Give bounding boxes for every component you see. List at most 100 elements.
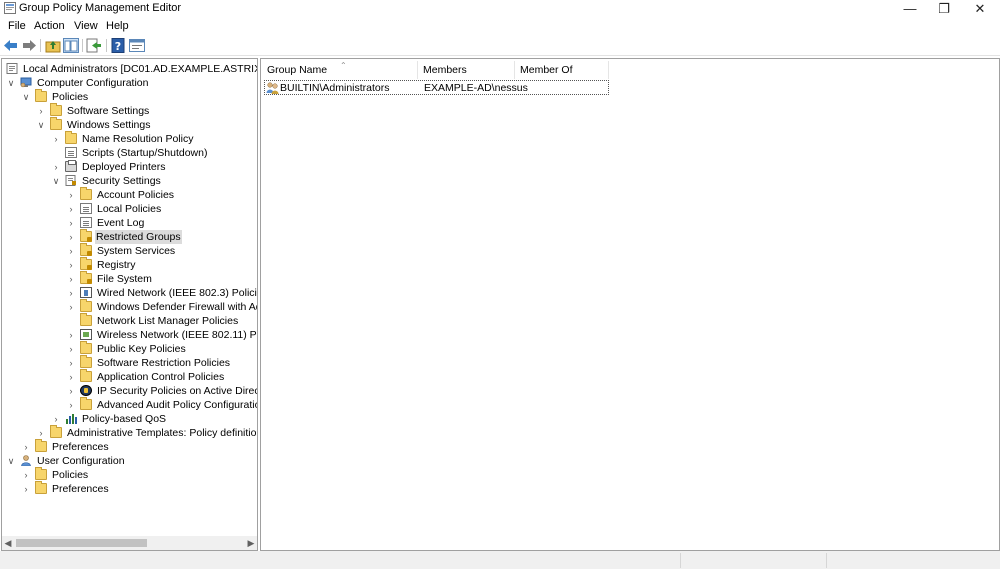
local-policies-icon: [80, 203, 92, 214]
tree-label: Scripts (Startup/Shutdown): [82, 147, 208, 159]
chevron-down-icon[interactable]: ∨: [6, 455, 16, 467]
table-row[interactable]: BUILTIN\Administrators EXAMPLE-AD\nessus: [264, 80, 609, 95]
tree-label: Application Control Policies: [97, 371, 225, 383]
chevron-right-icon[interactable]: ›: [21, 441, 31, 453]
window-title: Group Policy Management Editor: [19, 2, 182, 14]
chevron-down-icon[interactable]: ∨: [36, 119, 46, 131]
tree-label: Policies: [52, 469, 89, 481]
tree-label: Public Key Policies: [97, 343, 186, 355]
tree-label: Security Settings: [82, 175, 161, 187]
tree-label: Software Restriction Policies: [97, 357, 231, 369]
chevron-down-icon[interactable]: ∨: [51, 175, 61, 187]
computer-icon: [20, 77, 32, 88]
scroll-right-icon[interactable]: ▶: [245, 536, 257, 550]
tree-label: Deployed Printers: [82, 161, 166, 173]
tree-label: Windows Defender Firewall with Advan: [97, 301, 257, 313]
chevron-right-icon[interactable]: ›: [66, 385, 76, 397]
chevron-right-icon[interactable]: ›: [21, 483, 31, 495]
column-label: Member Of: [520, 64, 573, 76]
printer-icon: [65, 160, 77, 172]
help-icon[interactable]: ?: [111, 38, 127, 53]
chevron-right-icon[interactable]: ›: [66, 357, 76, 369]
export-list-icon[interactable]: [86, 38, 102, 53]
cell-members: EXAMPLE-AD\nessus: [424, 82, 528, 94]
chevron-right-icon[interactable]: ›: [36, 105, 46, 117]
cell-group-name: BUILTIN\Administrators: [280, 82, 390, 94]
details-list[interactable]: Group Name ⌃ Members Member Of BUILTIN\A…: [260, 58, 1000, 551]
chevron-right-icon[interactable]: ›: [66, 231, 76, 243]
sort-up-icon: ⌃: [340, 61, 347, 70]
tree-label: Network List Manager Policies: [97, 315, 239, 327]
chevron-right-icon[interactable]: ›: [66, 343, 76, 355]
user-group-icon: [266, 82, 279, 94]
chevron-right-icon[interactable]: ›: [66, 189, 76, 201]
column-label: Members: [423, 64, 467, 76]
folder-icon: [80, 187, 92, 200]
chevron-right-icon[interactable]: ›: [66, 245, 76, 257]
tree-label: User Configuration: [37, 455, 125, 467]
tree-label: Preferences: [52, 483, 109, 495]
chevron-right-icon[interactable]: ›: [66, 371, 76, 383]
show-hide-tree-icon[interactable]: [63, 38, 79, 53]
minimize-button[interactable]: —: [893, 0, 927, 18]
up-folder-icon[interactable]: [45, 38, 61, 53]
close-button[interactable]: ✕: [963, 0, 997, 18]
chevron-right-icon[interactable]: ›: [66, 203, 76, 215]
scroll-left-icon[interactable]: ◀: [2, 536, 14, 550]
chevron-right-icon[interactable]: ›: [21, 469, 31, 481]
svg-text:?: ?: [115, 40, 121, 53]
tree-label: Software Settings: [67, 105, 150, 117]
folder-icon: [35, 467, 47, 480]
menu-file[interactable]: File: [8, 20, 26, 32]
chevron-right-icon[interactable]: ›: [66, 399, 76, 411]
chevron-right-icon[interactable]: ›: [66, 217, 76, 229]
folder-icon: [65, 131, 77, 144]
tree-label: IP Security Policies on Active Directory…: [97, 385, 257, 397]
chevron-right-icon[interactable]: ›: [66, 301, 76, 313]
folder-icon: [80, 313, 92, 326]
folder-icon: [35, 481, 47, 494]
tree-label: Advanced Audit Policy Configuration: [97, 399, 258, 411]
folder-icon: [80, 355, 92, 368]
menu-action[interactable]: Action: [34, 20, 65, 32]
chevron-right-icon[interactable]: ›: [51, 161, 61, 173]
menu-view[interactable]: View: [74, 20, 98, 32]
chevron-down-icon[interactable]: ∨: [21, 91, 31, 103]
folder-icon: [50, 425, 62, 438]
folder-icon: [80, 369, 92, 382]
chevron-right-icon[interactable]: ›: [66, 273, 76, 285]
toolbar: ?: [0, 35, 1000, 56]
column-header-members[interactable]: Members: [418, 61, 515, 79]
title-bar: Group Policy Management Editor — ❐ ✕: [0, 0, 1000, 18]
chevron-down-icon[interactable]: ∨: [6, 77, 16, 89]
chevron-right-icon[interactable]: ›: [66, 259, 76, 271]
menu-help[interactable]: Help: [106, 20, 129, 32]
tree-label: Administrative Templates: Policy definit…: [67, 427, 257, 439]
tree-label: Wired Network (IEEE 802.3) Policies: [97, 287, 258, 299]
chevron-right-icon[interactable]: ›: [66, 287, 76, 299]
status-segment: [680, 553, 681, 568]
scrollbar-thumb[interactable]: [16, 539, 147, 547]
chevron-right-icon[interactable]: ›: [51, 133, 61, 145]
chevron-right-icon[interactable]: ›: [51, 413, 61, 425]
back-arrow-icon[interactable]: [3, 38, 19, 53]
console-tree[interactable]: Local Administrators [DC01.AD.EXAMPLE.AS…: [1, 58, 258, 551]
toolbar-separator: [82, 39, 83, 52]
script-document-icon: [65, 147, 77, 158]
folder-icon: [80, 397, 92, 410]
column-header-group-name[interactable]: Group Name ⌃: [262, 61, 418, 79]
chevron-right-icon[interactable]: ›: [66, 329, 76, 341]
folder-icon: [80, 341, 92, 354]
properties-pane-icon[interactable]: [129, 38, 145, 53]
wired-network-icon: [80, 287, 92, 298]
chevron-right-icon[interactable]: ›: [36, 427, 46, 439]
tree-horizontal-scrollbar[interactable]: ◀ ▶: [2, 536, 257, 550]
locked-folder-icon: [80, 271, 92, 284]
event-log-icon: [80, 217, 92, 228]
tree-label: Name Resolution Policy: [82, 133, 194, 145]
maximize-button[interactable]: ❐: [927, 0, 961, 18]
tree-label: Local Administrators [DC01.AD.EXAMPLE.AS…: [23, 63, 257, 75]
folder-icon: [50, 117, 62, 130]
column-header-member-of[interactable]: Member Of: [515, 61, 609, 79]
forward-arrow-icon[interactable]: [21, 38, 37, 53]
